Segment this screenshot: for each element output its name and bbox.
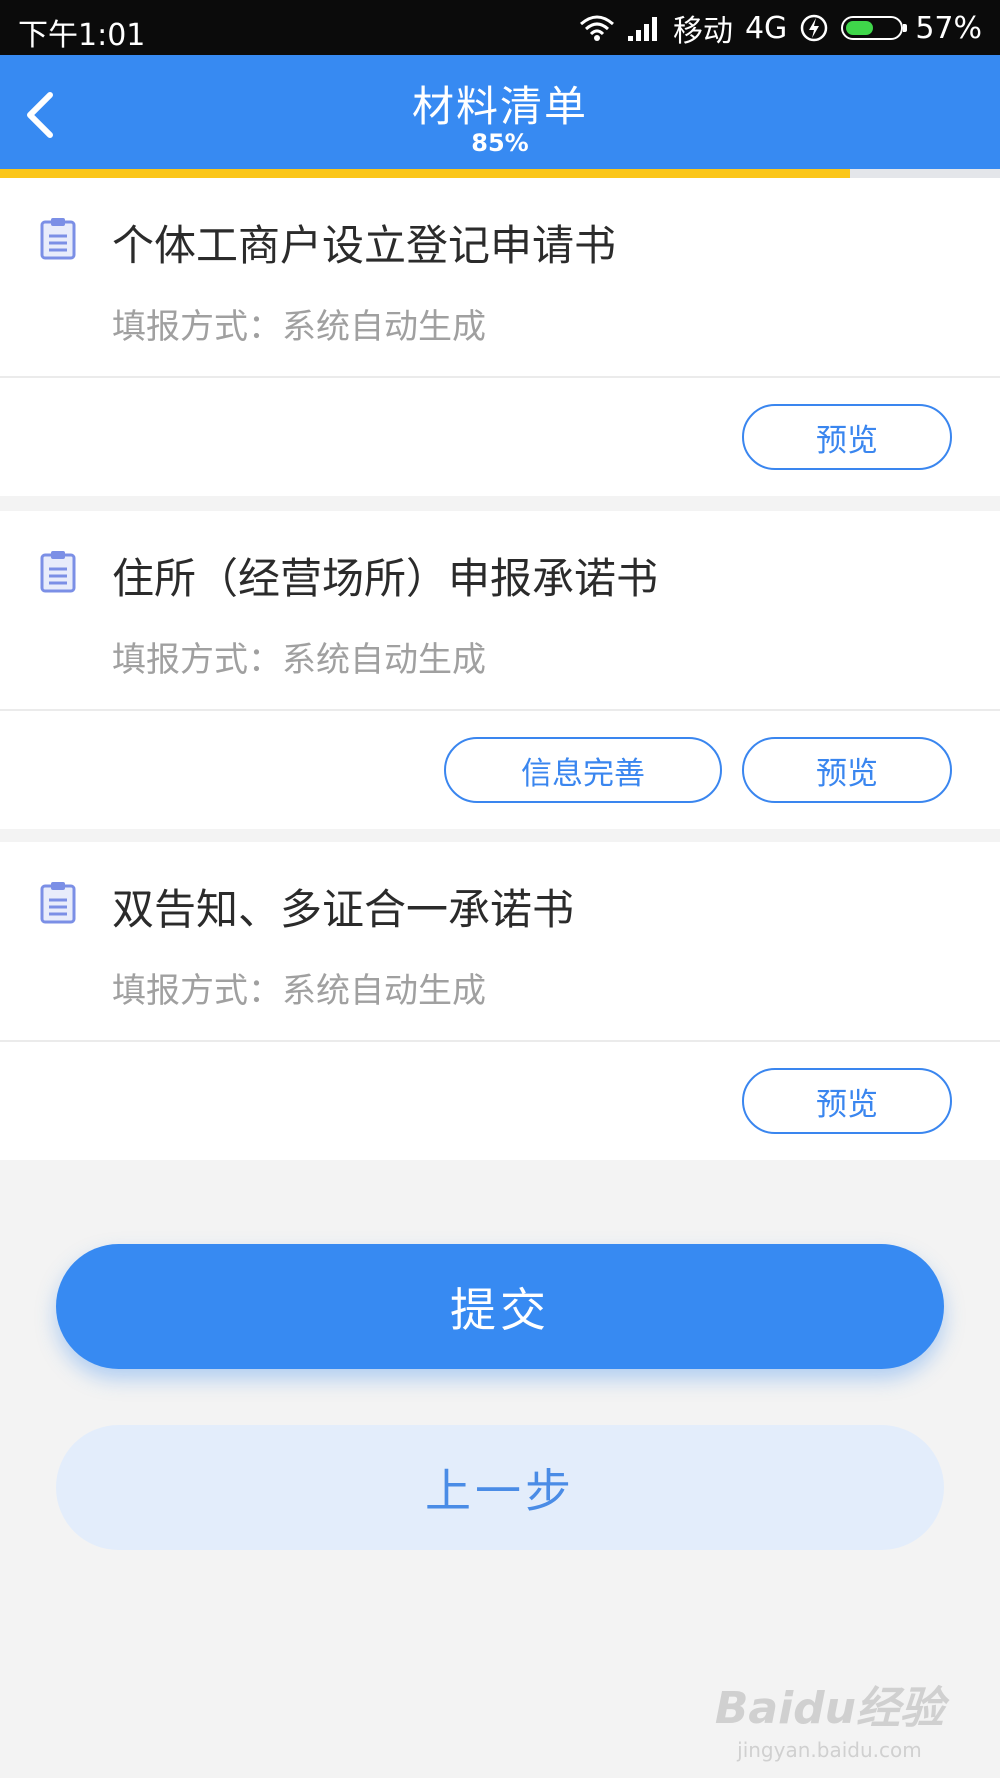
- material-card: 双告知、多证合一承诺书 填报方式：系统自动生成 预览: [0, 842, 1000, 1160]
- preview-button[interactable]: 预览: [742, 1068, 952, 1134]
- watermark-url: jingyan.baidu.com: [737, 1738, 922, 1762]
- card-header: 双告知、多证合一承诺书 填报方式：系统自动生成: [0, 842, 1000, 1042]
- charging-icon: [801, 14, 828, 42]
- preview-button[interactable]: 预览: [742, 404, 952, 470]
- material-card: 住所（经营场所）申报承诺书 填报方式：系统自动生成 信息完善 预览: [0, 511, 1000, 829]
- network-label: 4G: [744, 10, 788, 46]
- watermark-logo-text: Baidu经验: [714, 1683, 944, 1734]
- carrier-label: 移动: [672, 14, 733, 49]
- battery-percent: 57%: [915, 10, 982, 46]
- card-actions: 信息完善 预览: [0, 711, 1000, 829]
- card-header: 住所（经营场所）申报承诺书 填报方式：系统自动生成: [0, 511, 1000, 711]
- submit-button[interactable]: 提交: [56, 1244, 944, 1369]
- battery-fill: [846, 21, 874, 35]
- header-bar: 材料清单 85%: [0, 55, 1000, 169]
- fill-method: 填报方式：系统自动生成: [112, 640, 486, 680]
- material-title: 住所（经营场所）申报承诺书: [112, 554, 659, 603]
- card-actions: 预览: [0, 378, 1000, 496]
- watermark-logo: Baidu经验 jingyan.baidu.com: [715, 1672, 944, 1762]
- clipboard-icon: [40, 551, 76, 593]
- material-title: 双告知、多证合一承诺书: [112, 885, 575, 934]
- clipboard-icon: [40, 882, 76, 924]
- battery-icon: [841, 16, 908, 40]
- complete-info-button[interactable]: 信息完善: [444, 737, 722, 803]
- status-bar: 下午1:01 移动 4G 57%: [0, 0, 1000, 55]
- status-indicators: 移动 4G 57%: [579, 10, 982, 49]
- material-card: 个体工商户设立登记申请书 填报方式：系统自动生成 预览: [0, 178, 1000, 496]
- card-actions: 预览: [0, 1042, 1000, 1160]
- progress-track: [0, 169, 1000, 178]
- wifi-icon: [579, 15, 614, 41]
- progress-fill: [0, 169, 850, 178]
- material-title: 个体工商户设立登记申请书: [112, 221, 617, 270]
- progress-percent: 85%: [471, 129, 529, 157]
- preview-button[interactable]: 预览: [742, 737, 952, 803]
- clipboard-icon: [40, 218, 76, 260]
- fill-method: 填报方式：系统自动生成: [112, 971, 486, 1011]
- card-header: 个体工商户设立登记申请书 填报方式：系统自动生成: [0, 178, 1000, 378]
- fill-method: 填报方式：系统自动生成: [112, 307, 486, 347]
- page-title: 材料清单: [411, 82, 588, 131]
- status-time: 下午1:01: [18, 18, 146, 53]
- previous-step-button[interactable]: 上一步: [56, 1425, 944, 1550]
- signal-icon: [627, 17, 657, 41]
